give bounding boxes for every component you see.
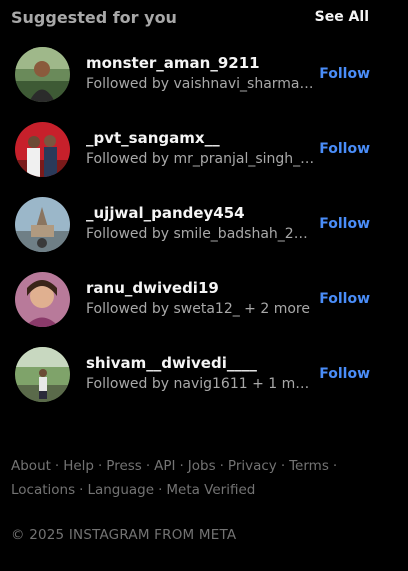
footer-separator: · xyxy=(179,458,184,474)
footer-separator: · xyxy=(158,482,163,498)
follow-button[interactable]: Follow xyxy=(319,291,370,307)
suggestion-row: ranu_dwivedi19 Followed by sweta12_ + 2 … xyxy=(15,270,370,328)
footer-link-privacy[interactable]: Privacy xyxy=(228,458,277,474)
suggestion-info: monster_aman_9211 Followed by vaishnavi_… xyxy=(86,54,316,94)
username-link[interactable]: ranu_dwivedi19 xyxy=(86,279,316,298)
avatar-photo[interactable] xyxy=(15,196,70,252)
suggestion-info: _ujjwal_pandey454 Followed by smile_bads… xyxy=(86,204,316,244)
footer-separator: · xyxy=(145,458,151,474)
suggestions-title: Suggested for you xyxy=(11,7,177,27)
footer-links: About · Help · Press · API · Jobs · Privacy · Terms ·… xyxy=(11,454,341,502)
avatar-photo[interactable] xyxy=(15,346,70,402)
followed-by-text: Followed by mr_pranjal_singh_k... xyxy=(86,151,316,167)
footer-link-help[interactable]: Help xyxy=(63,458,94,474)
suggestion-row: shivam__dwivedi____ Followed by navig161… xyxy=(15,345,370,403)
followed-by-text: Followed by vaishnavi_sharma_0... xyxy=(86,76,316,92)
suggestion-list: monster_aman_9211 Followed by vaishnavi_… xyxy=(15,45,370,420)
suggestion-row: monster_aman_9211 Followed by vaishnavi_… xyxy=(15,45,370,103)
footer-link-terms[interactable]: Terms xyxy=(289,458,329,474)
username-link[interactable]: _ujjwal_pandey454 xyxy=(86,204,316,223)
suggestion-info: _pvt_sangamx__ Followed by mr_pranjal_si… xyxy=(86,129,316,169)
avatar-photo[interactable] xyxy=(15,271,70,327)
followed-by-text: Followed by smile_badshah_20 ... xyxy=(86,226,316,242)
suggestion-info: ranu_dwivedi19 Followed by sweta12_ + 2 … xyxy=(86,279,316,319)
username-link[interactable]: _pvt_sangamx__ xyxy=(86,129,316,148)
footer-separator: · xyxy=(54,458,60,474)
footer-link-press[interactable]: Press xyxy=(106,458,142,474)
footer-link-language[interactable]: Language xyxy=(87,482,154,498)
username-link[interactable]: monster_aman_9211 xyxy=(86,54,316,73)
follow-button[interactable]: Follow xyxy=(319,141,370,157)
footer-separator: · xyxy=(79,482,84,498)
copyright-text: © 2025 INSTAGRAM FROM META xyxy=(11,527,237,543)
see-all-link[interactable]: See All xyxy=(315,9,369,25)
footer-separator: · xyxy=(280,458,286,474)
avatar-photo[interactable] xyxy=(15,46,70,102)
follow-button[interactable]: Follow xyxy=(319,66,370,82)
footer-link-api[interactable]: API xyxy=(154,458,175,474)
followed-by-text: Followed by sweta12_ + 2 more xyxy=(86,301,310,317)
followed-by-text: Followed by navig1611 + 1 more xyxy=(86,376,316,392)
footer-separator: · xyxy=(332,458,338,474)
suggestions-panel: Suggested for you See All monster_aman_9… xyxy=(0,0,408,571)
footer-separator: · xyxy=(98,458,103,474)
suggestion-info: shivam__dwivedi____ Followed by navig161… xyxy=(86,354,316,394)
footer-link-locations[interactable]: Locations xyxy=(11,482,75,498)
suggestion-row: _pvt_sangamx__ Followed by mr_pranjal_si… xyxy=(15,120,370,178)
follow-button[interactable]: Follow xyxy=(319,366,370,382)
footer-link-meta-verified[interactable]: Meta Verified xyxy=(166,482,255,498)
footer-link-jobs[interactable]: Jobs xyxy=(188,458,216,474)
footer-link-about[interactable]: About xyxy=(11,458,51,474)
suggestion-row: _ujjwal_pandey454 Followed by smile_bads… xyxy=(15,195,370,253)
follow-button[interactable]: Follow xyxy=(319,216,370,232)
avatar-photo[interactable] xyxy=(15,121,70,177)
footer-separator: · xyxy=(219,458,224,474)
suggestions-header: Suggested for you See All xyxy=(11,6,369,28)
username-link[interactable]: shivam__dwivedi____ xyxy=(86,354,316,373)
